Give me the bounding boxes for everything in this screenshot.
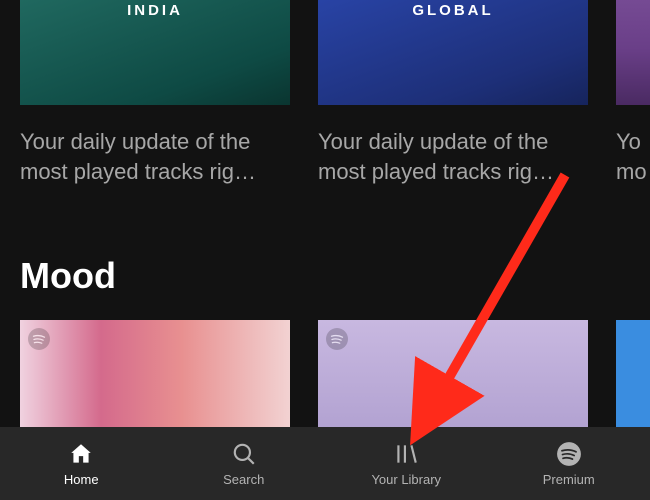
- nav-label: Home: [64, 472, 99, 487]
- card-cover: [616, 0, 650, 105]
- nav-library[interactable]: Your Library: [325, 440, 488, 487]
- mood-card[interactable]: [20, 320, 290, 427]
- nav-search[interactable]: Search: [163, 440, 326, 487]
- section-title-mood: Mood: [20, 255, 116, 297]
- nav-premium[interactable]: Premium: [488, 440, 650, 487]
- home-icon: [67, 440, 95, 468]
- card-cover: GLOBAL: [318, 0, 588, 105]
- mood-row: [20, 320, 650, 427]
- cover-label: GLOBAL: [412, 2, 493, 19]
- library-icon: [392, 440, 420, 468]
- card-description: Yomo: [616, 127, 650, 186]
- chart-card-partial[interactable]: Yomo: [616, 0, 650, 186]
- content-scroll[interactable]: INDIA Your daily update of the most play…: [0, 0, 650, 427]
- nav-label: Premium: [543, 472, 595, 487]
- top-charts-row: INDIA Your daily update of the most play…: [0, 0, 650, 186]
- spotify-icon: [555, 440, 583, 468]
- chart-card-global[interactable]: GLOBAL Your daily update of the most pla…: [318, 0, 588, 186]
- mood-card-partial[interactable]: [616, 320, 650, 427]
- card-description: Your daily update of the most played tra…: [20, 127, 290, 186]
- card-description: Your daily update of the most played tra…: [318, 127, 588, 186]
- nav-home[interactable]: Home: [0, 440, 163, 487]
- bottom-nav: Home Search Your Library Premium: [0, 427, 650, 500]
- nav-label: Your Library: [371, 472, 441, 487]
- spotify-icon: [28, 328, 50, 350]
- cover-label: INDIA: [127, 2, 183, 19]
- nav-label: Search: [223, 472, 264, 487]
- chart-card-india[interactable]: INDIA Your daily update of the most play…: [20, 0, 290, 186]
- spotify-icon: [326, 328, 348, 350]
- mood-card[interactable]: [318, 320, 588, 427]
- search-icon: [230, 440, 258, 468]
- card-cover: INDIA: [20, 0, 290, 105]
